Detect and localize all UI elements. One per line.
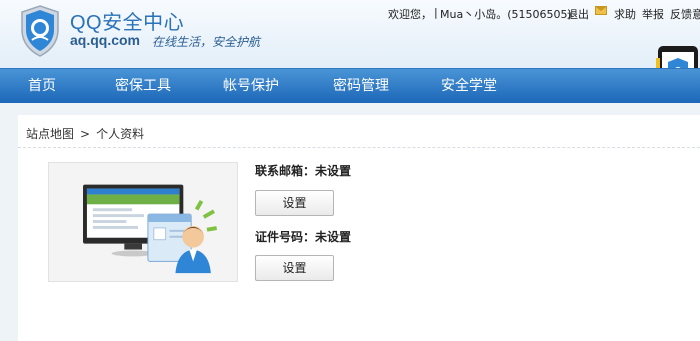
nav-item-security-academy[interactable]: 安全学堂 — [441, 69, 497, 104]
nav-item-password-management[interactable]: 密码管理 — [333, 69, 389, 104]
help-link[interactable]: 求助 — [614, 6, 636, 22]
site-header: QQ安全中心 aq.qq.com 在线生活，安全护航 欢迎您， | Mua丶小岛… — [0, 0, 700, 100]
breadcrumb-separator: > — [80, 127, 91, 141]
nav-item-home[interactable]: 首页 — [28, 69, 56, 104]
breadcrumb-current: 个人资料 — [96, 127, 145, 141]
nav-item-account-protection[interactable]: 帐号保护 — [223, 69, 279, 104]
qq-shield-logo-icon[interactable] — [18, 4, 62, 58]
report-link[interactable]: 举报 — [642, 6, 664, 22]
feedback-link[interactable]: 反馈意 — [670, 6, 700, 22]
main-content: 站点地图 > 个人资料 联系邮箱：未设置 设置 证件号码：未设置 设置 — [18, 115, 700, 341]
email-status-label: 联系邮箱：未设置 — [255, 164, 352, 178]
username-text: Mua丶小岛。(51506505) — [440, 8, 572, 21]
brand-slogan: 在线生活，安全护航 — [152, 35, 261, 49]
main-nav: 首页 密保工具 帐号保护 密码管理 安全学堂 — [0, 68, 700, 103]
set-email-button[interactable]: 设置 — [255, 190, 334, 216]
welcome-text: 欢迎您， — [388, 8, 432, 21]
breadcrumb: 站点地图 > 个人资料 — [26, 125, 150, 142]
user-topbar: 欢迎您， | Mua丶小岛。(51506505) 退出 求助 举报 反馈意 — [388, 6, 700, 22]
brand-title[interactable]: QQ安全中心 — [70, 6, 184, 35]
set-id-number-button[interactable]: 设置 — [255, 255, 334, 281]
topbar-separator: | — [434, 6, 438, 19]
logout-link[interactable]: 退出 — [567, 6, 589, 22]
breadcrumb-divider — [18, 147, 700, 148]
mail-icon[interactable] — [595, 6, 607, 15]
id-number-status-label: 证件号码：未设置 — [255, 230, 352, 244]
nav-item-security-tools[interactable]: 密保工具 — [115, 69, 171, 104]
brand-url[interactable]: aq.qq.com — [70, 32, 140, 48]
profile-illustration — [48, 162, 238, 282]
breadcrumb-sitemap-link[interactable]: 站点地图 — [26, 127, 74, 141]
